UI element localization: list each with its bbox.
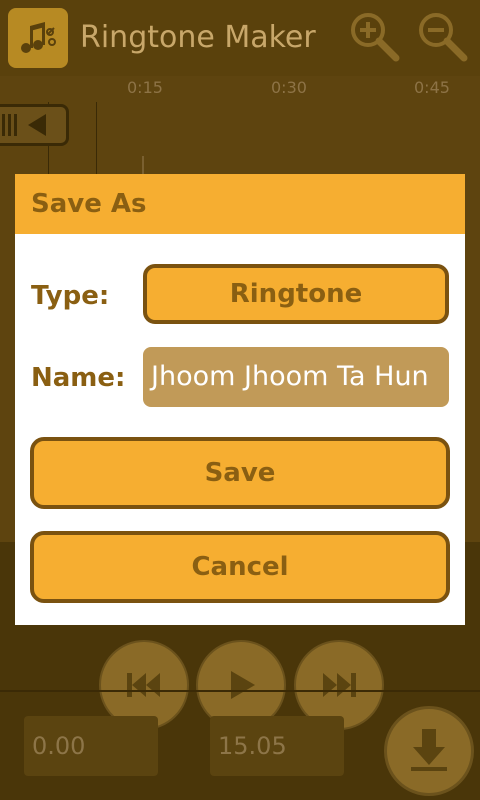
zoom-out-icon[interactable]	[412, 8, 472, 68]
start-time-field[interactable]: 0.00	[24, 716, 158, 776]
type-label: Type:	[31, 281, 110, 311]
time-tick: 0:30	[271, 78, 307, 97]
save-button[interactable]: Save	[30, 437, 450, 509]
type-select-button[interactable]: Ringtone	[143, 264, 449, 324]
name-label: Name:	[31, 363, 126, 393]
app-title: Ringtone Maker	[80, 20, 316, 55]
app-bar: Ringtone Maker	[0, 0, 480, 76]
ringtone-scissors-icon[interactable]	[8, 8, 68, 68]
time-ruler: 0:15 0:30 0:45	[0, 76, 480, 102]
start-handle[interactable]	[0, 104, 69, 146]
dialog-header: Save As	[15, 174, 465, 234]
download-icon[interactable]	[384, 706, 474, 796]
save-as-dialog: Save As Type: Ringtone Name: Jhoom Jhoom…	[15, 174, 465, 625]
divider	[0, 690, 480, 692]
cancel-button[interactable]: Cancel	[30, 531, 450, 603]
name-input[interactable]: Jhoom Jhoom Ta Hun	[143, 347, 449, 407]
dialog-title: Save As	[31, 189, 147, 219]
end-time-field[interactable]: 15.05	[210, 716, 344, 776]
zoom-in-icon[interactable]	[344, 8, 404, 68]
time-tick: 0:45	[414, 78, 450, 97]
time-tick: 0:15	[127, 78, 163, 97]
